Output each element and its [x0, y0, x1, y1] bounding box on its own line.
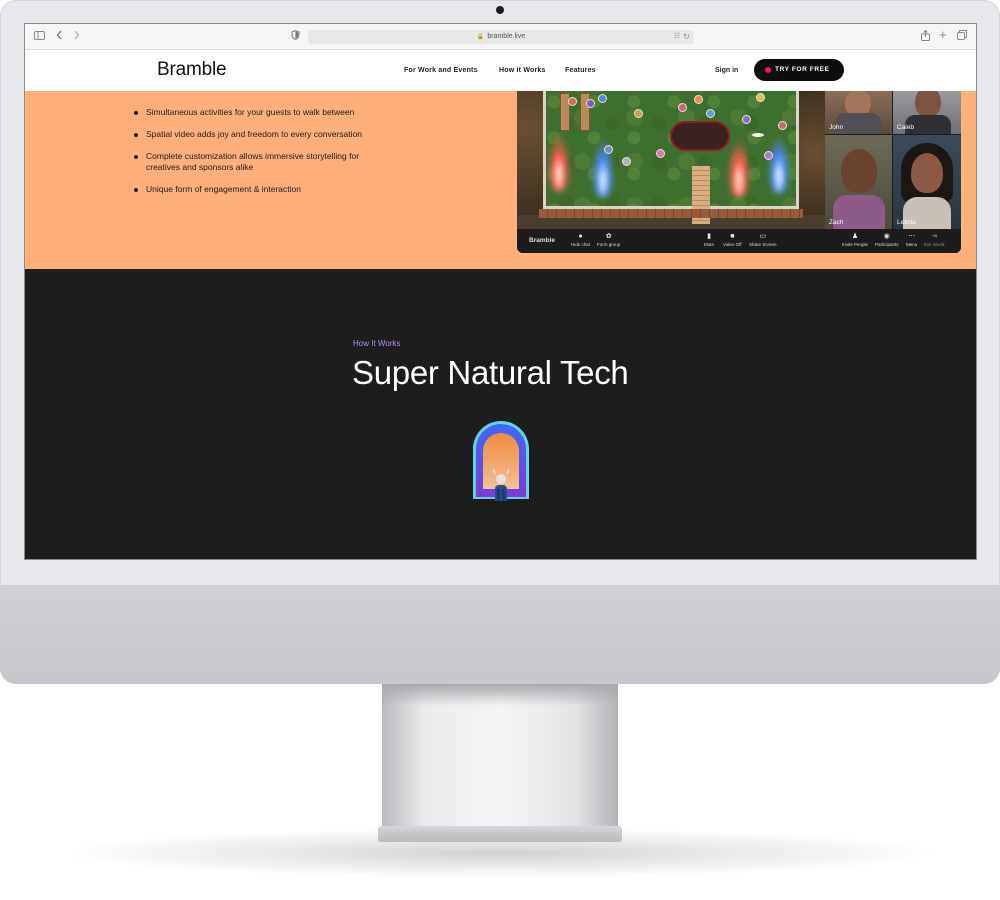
- brand-logo[interactable]: Bramble: [157, 59, 227, 81]
- back-icon[interactable]: [56, 30, 63, 44]
- exit-icon: ⇥: [931, 233, 938, 240]
- avatar: [568, 97, 577, 106]
- garden-area: [543, 91, 799, 224]
- participant-name: Leticia: [897, 219, 916, 226]
- nav-link-how-it-works[interactable]: How it Works: [499, 67, 546, 74]
- feature-item: Simultaneous activities for your guests …: [134, 107, 394, 118]
- try-for-free-button[interactable]: TRY FOR FREE: [754, 59, 844, 81]
- hide-chat-button[interactable]: ● Hide chat: [571, 232, 590, 248]
- avatar: [706, 109, 715, 118]
- video-tile-john[interactable]: John: [825, 91, 892, 134]
- feature-item: Unique form of engagement & interaction: [134, 184, 394, 195]
- avatar: [778, 121, 787, 130]
- sidebar-icon[interactable]: [34, 30, 45, 44]
- participant-name: Zach: [829, 219, 844, 226]
- video-grid: John Caleb Zach Leticia: [825, 91, 961, 229]
- trees: [799, 91, 825, 215]
- avatar: [694, 95, 703, 104]
- chat-icon: ●: [578, 233, 583, 240]
- video-off-button[interactable]: ■ Video Off: [723, 232, 742, 248]
- how-it-works-section: How It Works Super Natural Tech: [25, 269, 976, 559]
- nav-link-features[interactable]: Features: [565, 67, 596, 74]
- participant-face: [911, 153, 943, 193]
- participant-name: Caleb: [897, 124, 914, 131]
- participants-icon: ◉: [883, 233, 890, 240]
- imac-frame: 🔒 bramble.live ☷ ↻ + Bramble For Work and…: [0, 0, 1000, 684]
- screen: 🔒 bramble.live ☷ ↻ + Bramble For Work and…: [24, 23, 977, 560]
- feature-item: Complete customization allows immersive …: [134, 151, 394, 173]
- shield-icon[interactable]: [291, 30, 300, 44]
- portal-door-illustration: [473, 421, 529, 501]
- nav-link-for-work-and-events[interactable]: For Work and Events: [404, 67, 478, 74]
- try-for-free-label: TRY FOR FREE: [775, 66, 830, 73]
- avatar: [742, 115, 751, 124]
- avatar: [656, 149, 665, 158]
- participants-button[interactable]: ◉ Participants: [875, 232, 899, 248]
- avatar: [764, 151, 773, 160]
- tabs-overview-icon[interactable]: [957, 30, 967, 44]
- lock-icon: 🔒: [476, 34, 485, 40]
- avatar: [622, 157, 631, 166]
- video-tile-caleb[interactable]: Caleb: [893, 91, 961, 134]
- avatar: [678, 103, 687, 112]
- reload-icon[interactable]: ↻: [683, 30, 690, 44]
- features-section: Simultaneous activities for your guests …: [25, 91, 976, 269]
- more-icon: ⋯: [908, 233, 916, 240]
- sign-in-link[interactable]: Sign in: [715, 67, 738, 74]
- participant-face: [915, 91, 941, 117]
- app-preview: John Caleb Zach Leticia Bramble ● Hide c…: [517, 91, 961, 253]
- video-tile-leticia[interactable]: Leticia: [893, 135, 961, 229]
- menu-button[interactable]: ⋯ Menu: [906, 232, 917, 248]
- microphone-icon: ▮: [707, 233, 711, 240]
- participant-name: John: [829, 124, 844, 131]
- avatar: [604, 145, 613, 154]
- call-toolbar: Bramble ● Hide chat ✿ Form group ▮ Mute: [517, 229, 961, 253]
- imac-stand-foot: [378, 826, 622, 842]
- address-bar[interactable]: 🔒 bramble.live ☷ ↻: [308, 30, 694, 44]
- brick-wall: [539, 209, 803, 218]
- forward-icon[interactable]: [73, 30, 80, 44]
- feature-list: Simultaneous activities for your guests …: [134, 107, 394, 206]
- blue-light-effect: [768, 137, 790, 193]
- trees: [517, 91, 543, 215]
- avatar: [756, 93, 765, 102]
- red-light-effect: [728, 141, 750, 197]
- mute-button[interactable]: ▮ Mute: [704, 232, 714, 248]
- translate-icon[interactable]: ☷: [674, 30, 680, 44]
- share-icon[interactable]: [921, 29, 930, 45]
- feature-item: Spatial video adds joy and freedom to ev…: [134, 129, 394, 140]
- new-tab-icon[interactable]: +: [939, 28, 947, 42]
- share-screen-button[interactable]: ▭ Share Screen: [749, 232, 777, 248]
- red-light-effect: [548, 135, 570, 191]
- virtual-world-map: [517, 91, 825, 229]
- record-dot-icon: [765, 67, 771, 73]
- section-title: Super Natural Tech: [352, 354, 629, 391]
- form-group-button[interactable]: ✿ Form group: [597, 232, 620, 248]
- table-lamp: [752, 133, 764, 137]
- app-brand: Bramble: [529, 237, 556, 244]
- site-header: Bramble For Work and Events How it Works…: [25, 50, 976, 91]
- participant-face: [841, 149, 877, 193]
- camera-icon: ■: [730, 233, 735, 240]
- avatar: [586, 99, 595, 108]
- avatar: [634, 109, 643, 118]
- section-eyebrow: How It Works: [353, 339, 401, 348]
- camera-icon: [496, 6, 504, 14]
- imac-chin: [0, 585, 1000, 684]
- screen-icon: ▭: [759, 233, 767, 240]
- exit-world-button[interactable]: ⇥ Exit World: [924, 232, 944, 248]
- video-tile-zach[interactable]: Zach: [825, 135, 892, 229]
- add-person-icon: ♟: [851, 233, 859, 240]
- invite-people-button[interactable]: ♟ Invite People: [842, 232, 868, 248]
- browser-toolbar: 🔒 bramble.live ☷ ↻ +: [25, 24, 976, 50]
- group-icon: ✿: [605, 233, 612, 240]
- avatar: [598, 94, 607, 103]
- bar-counter: [670, 121, 730, 151]
- url-text: bramble.live: [487, 33, 526, 40]
